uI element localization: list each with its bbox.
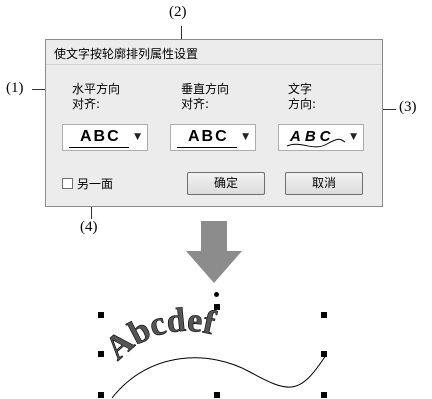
callout-3: (3) [399,99,417,115]
ok-button[interactable]: 确定 [187,172,265,195]
dialog-title-bar: 使文字按轮廓排列属性设置 [46,40,382,65]
chevron-down-icon[interactable]: ▼ [242,132,249,142]
down-arrow-icon [186,221,242,283]
callout-2: (2) [169,4,187,20]
other-side-label: 另一面 [77,177,114,191]
cancel-button[interactable]: 取消 [285,172,363,195]
dialog-title: 使文字按轮廓排列属性设置 [54,47,199,61]
selection-handle-bottom-left[interactable] [98,392,104,398]
text-direction-label: 文字 方向: [288,82,317,111]
text-direction-select[interactable]: ABC ▼ [278,124,364,151]
preview-text: Abcdef [98,302,219,368]
align-underline [177,147,237,148]
horizontal-align-select[interactable]: ABC ▼ [62,124,148,151]
vertical-align-label: 垂直方向 对齐: [181,82,230,111]
callout-4: (4) [80,219,98,235]
horizontal-align-label: 水平方向 对齐: [72,82,121,111]
text-direction-value: ABC [290,128,335,145]
chevron-down-icon[interactable]: ▼ [134,132,141,142]
align-underline [69,147,129,148]
selection-handle-top-center[interactable] [214,304,220,310]
selection-handle-bottom-right[interactable] [321,392,327,398]
selection-handle-middle-right[interactable] [321,351,327,357]
layout-properties-dialog: 使文字按轮廓排列属性设置 水平方向 对齐: 垂直方向 对齐: 文字 方向: AB… [45,39,383,207]
selection-handle-bottom-center[interactable] [214,392,220,398]
callout-1: (1) [6,80,24,96]
vertical-align-select[interactable]: ABC ▼ [170,124,256,151]
vertical-align-value: ABC [188,128,229,145]
other-side-checkbox[interactable] [62,178,73,189]
selection-handle-top-right[interactable] [321,312,327,318]
chevron-down-icon[interactable]: ▼ [350,132,357,142]
horizontal-align-value: ABC [80,128,121,145]
selection-handle-top-left[interactable] [98,312,104,318]
rotation-handle[interactable] [214,292,219,297]
selection-handle-middle-left[interactable] [98,351,104,357]
